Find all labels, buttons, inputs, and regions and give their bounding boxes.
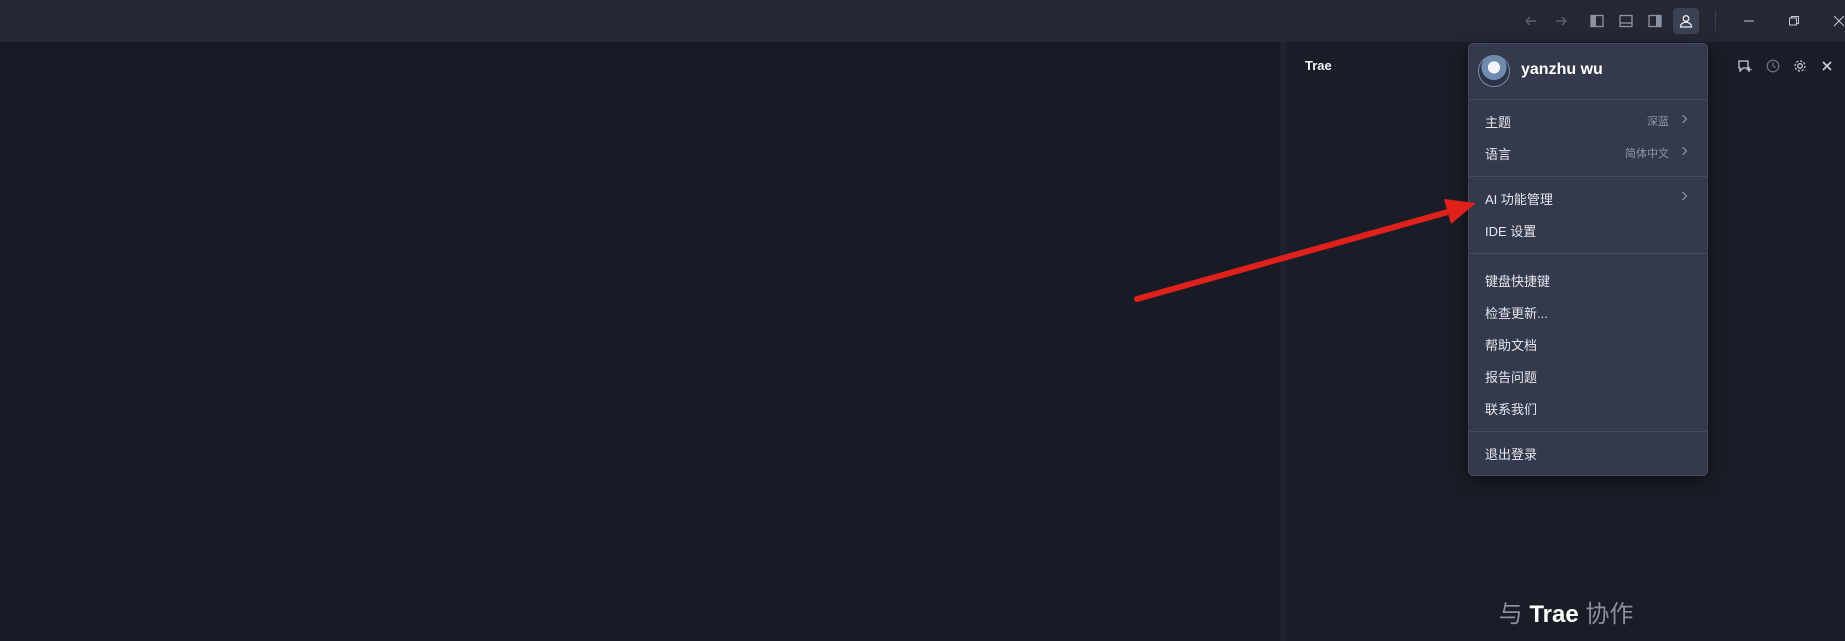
arrow-left-icon[interactable]: [1518, 8, 1544, 34]
menu-divider: [1469, 176, 1707, 177]
menu-item-contact-us[interactable]: 联系我们: [1469, 393, 1707, 423]
menu-item-label: 检查更新...: [1485, 306, 1548, 321]
user-name: yanzhu wu: [1521, 61, 1603, 78]
menu-item-label: AI 功能管理: [1485, 192, 1553, 207]
chevron-right-icon: [1679, 112, 1689, 126]
title-bar: [0, 0, 1845, 42]
menu-item-ide-settings[interactable]: IDE 设置: [1469, 215, 1707, 245]
account-dropdown-menu: yanzhu wu 主题 深蓝 语言 简体中文 AI 功能管理 IDE 设置 键…: [1468, 43, 1708, 476]
avatar: [1478, 55, 1510, 87]
history-icon[interactable]: [1763, 56, 1783, 76]
menu-item-keyboard-shortcuts[interactable]: 键盘快捷键: [1469, 265, 1707, 295]
panel-divider[interactable]: [1280, 42, 1287, 641]
chevron-right-icon: [1679, 189, 1689, 203]
left-sidebar-toggle-icon[interactable]: [1584, 8, 1610, 34]
menu-item-label: 退出登录: [1485, 447, 1538, 462]
new-chat-icon[interactable]: [1735, 56, 1755, 76]
menu-item-theme[interactable]: 主题 深蓝: [1469, 106, 1707, 136]
menu-item-label: 主题: [1485, 115, 1512, 130]
menu-item-label: 联系我们: [1485, 402, 1538, 417]
menu-item-label: IDE 设置: [1485, 224, 1537, 239]
menu-item-value: 简体中文: [1625, 148, 1669, 160]
menu-item-check-updates[interactable]: 检查更新...: [1469, 297, 1707, 327]
arrow-right-icon[interactable]: [1548, 8, 1574, 34]
menu-divider: [1469, 431, 1707, 432]
menu-item-label: 报告问题: [1485, 370, 1538, 385]
collab-with-trae-heading: 与 Trae 协作: [1287, 594, 1845, 629]
collab-brand: Trae: [1529, 601, 1579, 628]
menu-divider: [1469, 253, 1707, 254]
close-icon[interactable]: [1819, 8, 1845, 34]
minimize-icon[interactable]: [1729, 8, 1769, 34]
menu-item-report-issue[interactable]: 报告问题: [1469, 361, 1707, 391]
chevron-right-icon: [1679, 144, 1689, 158]
menu-item-help-docs[interactable]: 帮助文档: [1469, 329, 1707, 359]
collab-prefix: 与: [1498, 601, 1523, 628]
titlebar-separator: [1715, 11, 1716, 31]
bottom-panel-toggle-icon[interactable]: [1613, 8, 1639, 34]
close-panel-icon[interactable]: [1817, 56, 1837, 76]
collab-suffix: 协作: [1585, 601, 1634, 628]
editor-area: [0, 42, 1280, 641]
menu-item-label: 帮助文档: [1485, 338, 1538, 353]
menu-item-value: 深蓝: [1647, 116, 1669, 128]
menu-divider: [1469, 99, 1707, 100]
panel-title: Trae: [1305, 58, 1332, 73]
right-sidebar-toggle-icon[interactable]: [1642, 8, 1668, 34]
menu-item-ai-feature-management[interactable]: AI 功能管理: [1469, 183, 1707, 213]
menu-item-language[interactable]: 语言 简体中文: [1469, 138, 1707, 168]
account-icon[interactable]: [1673, 8, 1699, 34]
menu-item-label: 语言: [1485, 147, 1512, 162]
menu-item-sign-out[interactable]: 退出登录: [1469, 438, 1707, 468]
restore-icon[interactable]: [1774, 8, 1814, 34]
settings-gear-icon[interactable]: [1790, 56, 1810, 76]
menu-item-label: 键盘快捷键: [1485, 274, 1551, 289]
